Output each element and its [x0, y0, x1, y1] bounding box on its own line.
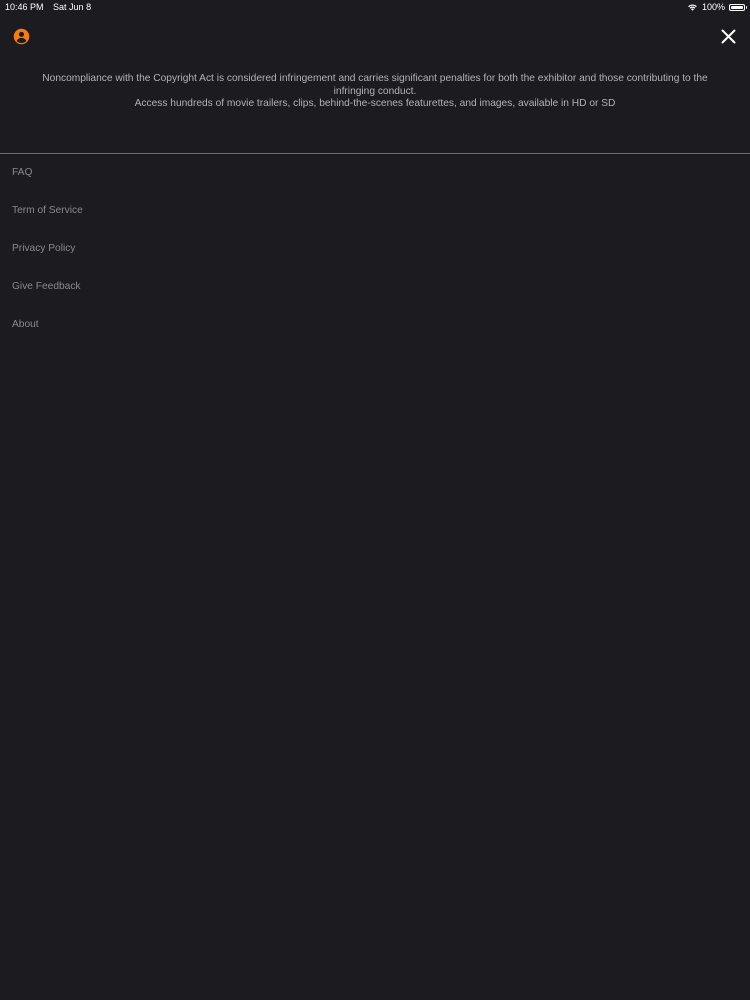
status-left: 10:46 PM Sat Jun 8 [5, 2, 91, 12]
battery-icon [729, 3, 747, 11]
menu-item-faq[interactable]: FAQ [0, 154, 750, 192]
settings-menu: FAQ Term of Service Privacy Policy Give … [0, 154, 750, 344]
battery-percentage: 100% [701, 2, 725, 12]
status-bar: 10:46 PM Sat Jun 8 100% [0, 0, 750, 14]
menu-item-privacy-policy[interactable]: Privacy Policy [0, 230, 750, 268]
status-time: 10:46 PM [5, 2, 44, 12]
menu-item-terms-of-service[interactable]: Term of Service [0, 192, 750, 230]
battery-level [731, 5, 743, 9]
profile-button[interactable] [13, 28, 30, 45]
status-date: Sat Jun 8 [53, 2, 92, 12]
close-button[interactable] [721, 29, 736, 44]
wifi-icon [688, 4, 697, 11]
copyright-notice: Noncompliance with the Copyright Act is … [40, 73, 710, 111]
notice-access-text: Access hundreds of movie trailers, clips… [134, 98, 616, 109]
status-right: 100% [687, 2, 747, 12]
menu-item-give-feedback[interactable]: Give Feedback [0, 268, 750, 306]
menu-item-about[interactable]: About [0, 306, 750, 344]
user-circle-icon [13, 28, 30, 45]
close-icon [721, 29, 736, 44]
notice-copyright-text: Noncompliance with the Copyright Act is … [42, 73, 708, 97]
settings-screen: 10:46 PM Sat Jun 8 100% Noncompliance wi… [0, 0, 750, 1000]
